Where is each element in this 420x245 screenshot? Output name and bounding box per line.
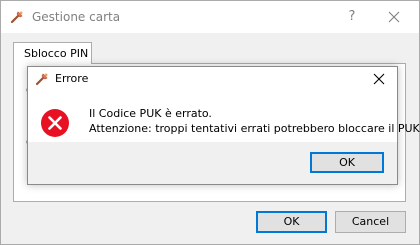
error-message-line-2: Attenzione: troppi tentativi errati potr… (89, 122, 420, 135)
dialog-body: Il Codice PUK è errato. Attenzione: trop… (28, 91, 420, 142)
tab-label: Sblocco PIN (24, 47, 89, 60)
cancel-button[interactable]: Cancel (335, 211, 406, 233)
pen-nib-icon (34, 71, 50, 87)
error-message-line-1: Il Codice PUK è errato. (89, 107, 212, 120)
dialog-titlebar: Errore (28, 67, 397, 91)
window-close-button[interactable] (381, 5, 407, 29)
help-button[interactable]: ? (341, 5, 363, 29)
dialog-close-button[interactable] (368, 69, 390, 89)
dialog-title: Errore (55, 72, 89, 85)
error-dialog: Errore Il Codice PUK è errato. Attenzion… (27, 66, 420, 185)
close-icon (373, 73, 385, 85)
close-icon (388, 11, 400, 23)
tab-sblocco-pin[interactable]: Sblocco PIN (13, 42, 92, 64)
window-title: Gestione carta (32, 10, 121, 24)
error-x-icon (40, 108, 70, 138)
pen-nib-icon (9, 9, 25, 25)
ok-button[interactable]: OK (256, 211, 327, 233)
dialog-ok-button[interactable]: OK (310, 152, 384, 173)
window-titlebar: Gestione carta ? (1, 1, 419, 33)
